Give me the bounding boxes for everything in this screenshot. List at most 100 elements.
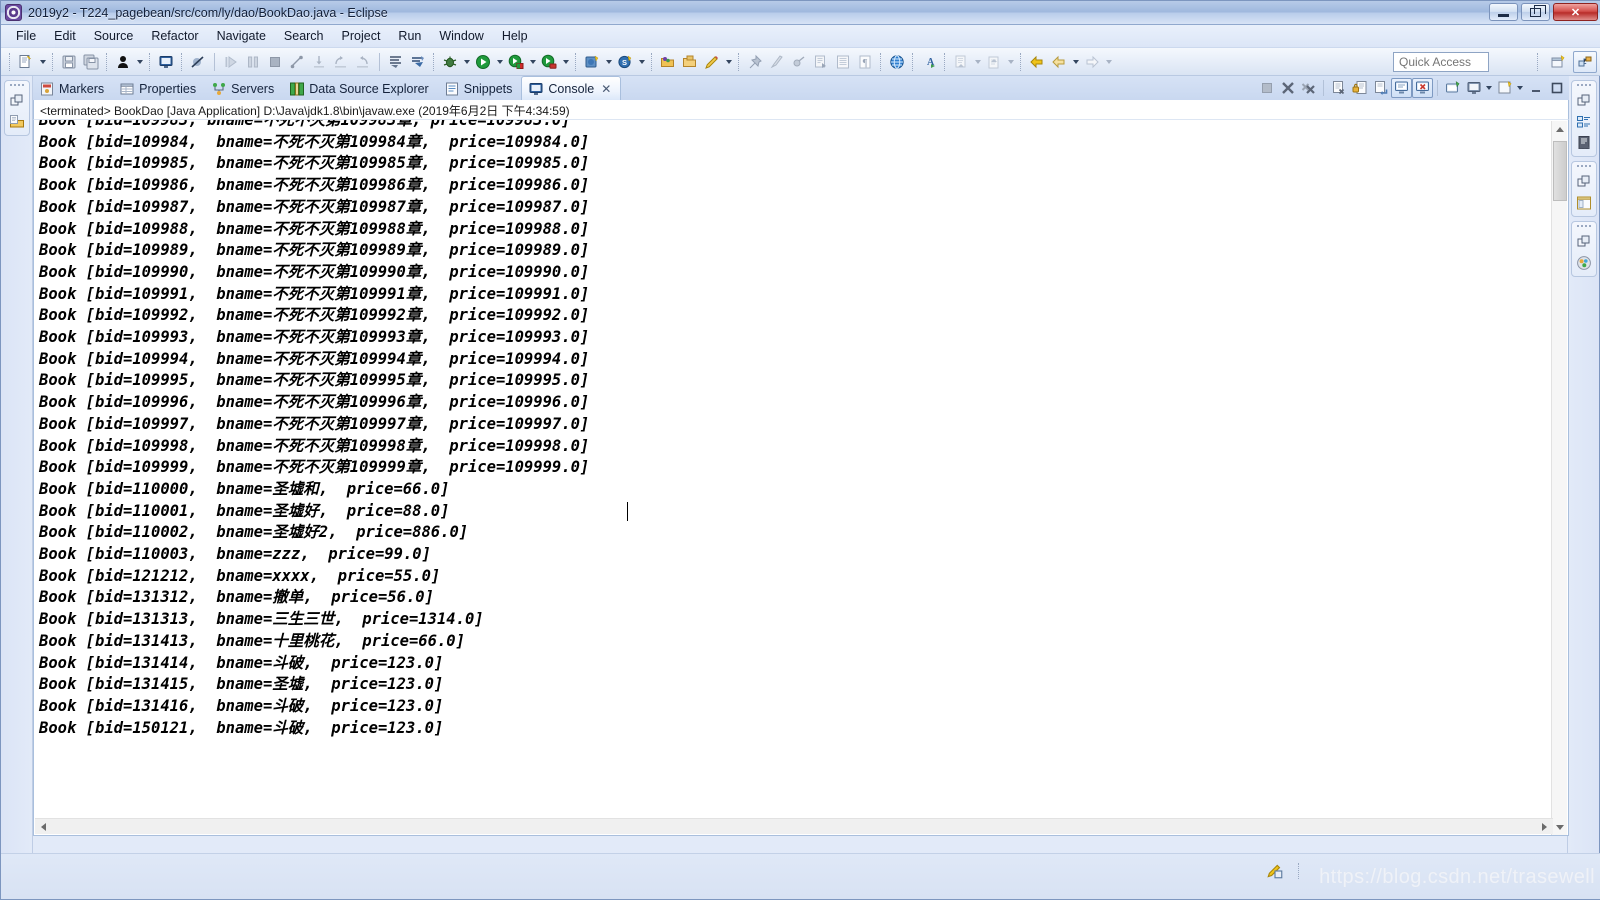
console-horizontal-scrollbar[interactable] — [35, 818, 1553, 834]
minimize-button[interactable] — [1489, 3, 1518, 21]
new-wizard-dropdown-arrow[interactable] — [37, 51, 48, 73]
tab-properties[interactable]: Properties — [113, 78, 205, 100]
toggle-icon — [788, 51, 810, 73]
pencil-dropdown-arrow[interactable] — [723, 51, 734, 73]
restore-icon[interactable] — [1576, 234, 1592, 250]
tab-markers[interactable]: Markers — [33, 78, 113, 100]
drag-handle-dots[interactable] — [1577, 165, 1591, 169]
new-project-dropdown-arrow[interactable] — [603, 51, 614, 73]
scroll-right-arrow-icon[interactable] — [1536, 819, 1553, 835]
debug-dropdown-arrow[interactable] — [461, 51, 472, 73]
open-console-icon[interactable] — [1463, 78, 1484, 98]
console-output-area[interactable]: Book [bid=109983, bname=不死不灭第109983章, pr… — [33, 119, 1569, 836]
close-button[interactable]: ✕ — [1553, 3, 1598, 21]
open-console-dropdown-arrow[interactable] — [1484, 78, 1494, 98]
tab-data-source-explorer[interactable]: Data Source Explorer — [283, 78, 438, 100]
restore-icon[interactable] — [1576, 93, 1592, 109]
drag-handle-dots[interactable] — [10, 84, 24, 88]
debug-perspective-icon[interactable] — [112, 51, 134, 73]
console-icon[interactable] — [155, 51, 177, 73]
menu-item-edit[interactable]: Edit — [45, 26, 85, 46]
lock-scroll-icon[interactable] — [1349, 78, 1370, 98]
run-icon[interactable] — [472, 51, 494, 73]
minimize-icon[interactable] — [1494, 78, 1515, 98]
restore-icon[interactable] — [9, 93, 25, 109]
annotation-icon[interactable]: A — [918, 51, 940, 73]
menu-item-window[interactable]: Window — [430, 26, 492, 46]
new-wizard-icon[interactable] — [15, 51, 37, 73]
open-type-icon[interactable] — [407, 51, 429, 73]
pin-console-icon[interactable] — [1391, 78, 1412, 98]
profile-icon[interactable] — [538, 51, 560, 73]
console-vertical-scrollbar[interactable] — [1551, 121, 1568, 835]
eclipse-icon — [5, 4, 22, 21]
tab-servers[interactable]: Servers — [205, 78, 283, 100]
external-tools-dropdown-arrow[interactable] — [527, 51, 538, 73]
scroll-down-arrow-icon[interactable] — [1552, 819, 1568, 835]
drag-handle-dots[interactable] — [1577, 225, 1591, 229]
debug-icon[interactable] — [439, 51, 461, 73]
new-class-icon[interactable]: S — [614, 51, 636, 73]
open-resource-icon[interactable] — [657, 51, 679, 73]
menu-item-project[interactable]: Project — [333, 26, 390, 46]
maximize-button[interactable] — [1521, 3, 1550, 21]
skip-breakpoints-icon[interactable] — [187, 51, 209, 73]
clear-console-icon[interactable] — [1328, 78, 1349, 98]
window-title-bar: 2019y2 - T224_pagebean/src/com/ly/dao/Bo… — [1, 1, 1600, 25]
restore-icon[interactable] — [1576, 174, 1592, 190]
menu-item-navigate[interactable]: Navigate — [208, 26, 275, 46]
new-console-view-icon[interactable] — [1442, 78, 1463, 98]
task-list-icon[interactable] — [1576, 135, 1592, 151]
menu-item-search[interactable]: Search — [275, 26, 333, 46]
new-class-dropdown-arrow[interactable] — [636, 51, 647, 73]
menu-item-help[interactable]: Help — [493, 26, 537, 46]
menu-item-refactor[interactable]: Refactor — [142, 26, 207, 46]
pencil-icon[interactable] — [701, 51, 723, 73]
java-perspective-icon[interactable] — [1573, 51, 1597, 73]
remove-all-terminated-icon[interactable] — [1298, 78, 1319, 98]
maximize-view-icon[interactable] — [1546, 78, 1567, 98]
web-browser-icon[interactable] — [886, 51, 908, 73]
remove-launch-icon[interactable] — [1277, 78, 1298, 98]
project-explorer-icon[interactable] — [9, 114, 25, 130]
console-text[interactable]: Book [bid=109983, bname=不死不灭第109983章, pr… — [39, 120, 1509, 739]
new-java-project-icon[interactable] — [581, 51, 603, 73]
csdn-watermark: https://blog.csdn.net/trasewell — [1319, 866, 1595, 888]
tab-snippets[interactable]: Snippets — [438, 78, 522, 100]
save-icon[interactable] — [58, 51, 80, 73]
perspective-switcher — [1533, 51, 1597, 73]
tab-label: Data Source Explorer — [309, 82, 429, 96]
menu-item-run[interactable]: Run — [389, 26, 430, 46]
run-dropdown-arrow[interactable] — [494, 51, 505, 73]
view-menu-arrow[interactable] — [1515, 78, 1525, 98]
save-all-icon[interactable] — [80, 51, 102, 73]
profile-dropdown-arrow[interactable] — [560, 51, 571, 73]
forward-dropdown-arrow[interactable] — [1070, 51, 1081, 73]
forward-icon[interactable] — [1048, 51, 1070, 73]
run-external-tools-icon[interactable] — [505, 51, 527, 73]
show-console-on-output-icon[interactable] — [1370, 78, 1391, 98]
menu-item-file[interactable]: File — [7, 26, 45, 46]
disconnect-icon — [286, 51, 308, 73]
toolbar-separator — [433, 52, 435, 71]
tab-console[interactable]: Console ✕ — [521, 76, 622, 100]
drag-handle-dots[interactable] — [1577, 84, 1591, 88]
outline-icon[interactable] — [1576, 114, 1592, 130]
tab-close-icon[interactable]: ✕ — [601, 82, 611, 96]
back-icon[interactable] — [1026, 51, 1048, 73]
pin-icon — [744, 51, 766, 73]
minimize-view-icon[interactable] — [1525, 78, 1546, 98]
scroll-left-arrow-icon[interactable] — [35, 819, 52, 835]
scroll-up-arrow-icon[interactable] — [1552, 121, 1568, 138]
open-folder-icon[interactable] — [679, 51, 701, 73]
open-task-icon[interactable] — [385, 51, 407, 73]
vertical-scroll-thumb[interactable] — [1553, 141, 1567, 201]
menu-item-source[interactable]: Source — [85, 26, 143, 46]
step-over-icon — [330, 51, 352, 73]
quick-access-input[interactable] — [1393, 52, 1489, 72]
open-perspective-icon[interactable] — [1546, 51, 1570, 73]
display-selected-console-icon[interactable] — [1412, 78, 1433, 98]
debug-dropdown-arrow[interactable] — [134, 51, 145, 73]
palette-icon[interactable] — [1576, 195, 1592, 211]
servers-globe-icon[interactable] — [1576, 255, 1592, 271]
